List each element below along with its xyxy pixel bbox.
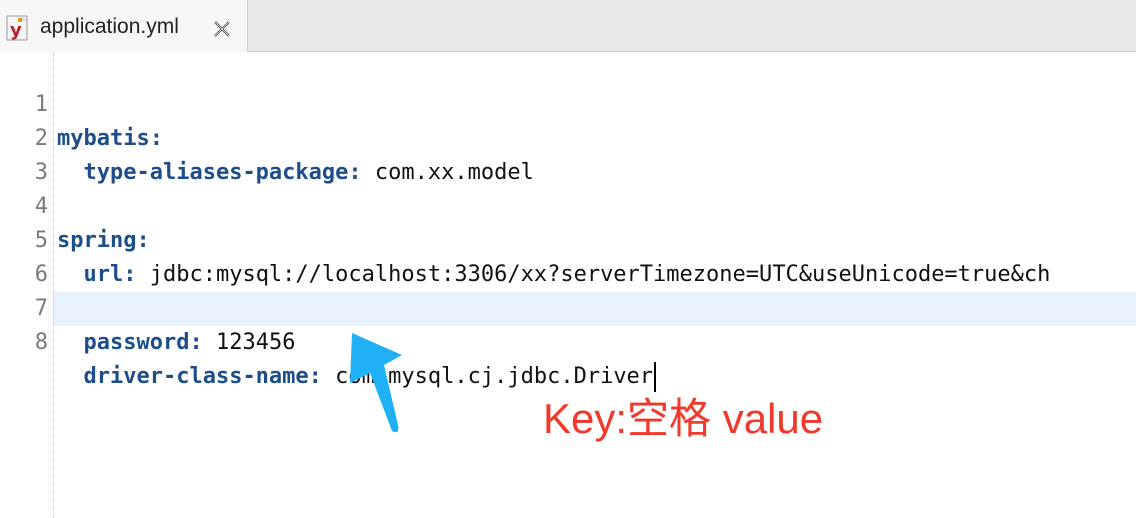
code-line-2[interactable]: 2 type-aliases-package: com.xx.model	[0, 88, 1136, 185]
editor-tab-bar: y application.yml	[0, 0, 1136, 52]
code-editor[interactable]: 1 mybatis: 2 type-aliases-package: com.x…	[0, 52, 1136, 518]
svg-text:y: y	[10, 20, 22, 41]
line-number: 7	[34, 296, 48, 321]
code-line-5[interactable]: 5 url: jdbc:mysql://localhost:3306/xx?se…	[0, 190, 1136, 287]
line-number: 8	[0, 326, 48, 360]
yaml-key: driver-class-name:	[83, 364, 322, 389]
annotation-label: Key:空格 value	[543, 395, 824, 442]
code-line-1[interactable]: 1 mybatis:	[0, 54, 1136, 151]
tab-label: application.yml	[40, 15, 179, 38]
code-line-4[interactable]: 4 spring:	[0, 156, 1136, 253]
arrow-up-icon	[350, 333, 402, 433]
close-icon[interactable]	[211, 18, 233, 40]
code-line-8-current[interactable]: 8 driver-class-name: com.mysql.cj.jdbc.D…	[0, 292, 1136, 392]
yaml-file-icon: y	[6, 15, 28, 41]
code-line-7[interactable]: 7 password: 123456	[0, 258, 1136, 355]
tab-application-yml[interactable]: y application.yml	[0, 0, 248, 52]
code-line-6[interactable]: 6 username: root	[0, 224, 1136, 321]
code-line-3[interactable]: 3	[0, 122, 1136, 185]
yaml-value: 123456	[202, 330, 296, 355]
